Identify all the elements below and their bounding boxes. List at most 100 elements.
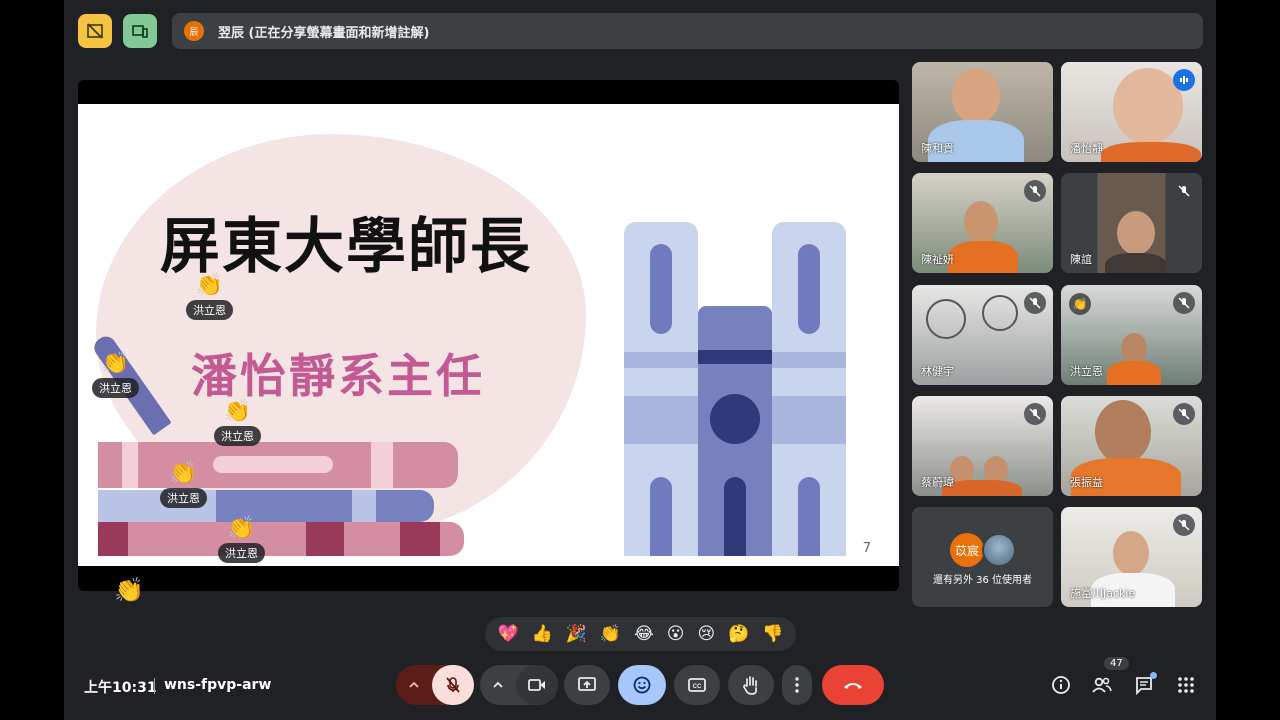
party-popper-reaction[interactable]: 🎉 <box>566 624 587 644</box>
mic-off-icon <box>1029 185 1041 197</box>
thinking-reaction[interactable]: 🤔 <box>728 624 749 644</box>
speaking-indicator <box>1173 69 1195 91</box>
mic-options-button[interactable] <box>396 665 432 705</box>
reaction-chip: 👏 洪立恩 <box>160 462 207 508</box>
mic-off-icon <box>1029 297 1041 309</box>
participant-tile[interactable]: 張振益 <box>1061 396 1202 496</box>
more-options-button[interactable] <box>782 665 812 705</box>
audio-level-icon <box>1180 76 1188 84</box>
mic-off-indicator <box>1024 292 1046 314</box>
microphone-toggle-button[interactable] <box>432 665 474 705</box>
mic-off-icon <box>1178 185 1190 197</box>
annotation-off-icon <box>87 23 103 39</box>
clap-emoji: 👏 <box>195 273 224 298</box>
book-illustration <box>98 442 458 488</box>
clap-reaction-indicator: 👏 <box>1069 293 1091 315</box>
reaction-chip: 👏 洪立恩 <box>218 517 265 563</box>
clock: 上午10:31 <box>84 680 157 696</box>
new-message-dot <box>1150 672 1157 679</box>
sad-reaction[interactable]: 😢 <box>697 624 715 644</box>
surprised-reaction[interactable]: 😮 <box>667 624 685 644</box>
laugh-reaction[interactable]: 😂 <box>634 624 654 644</box>
present-screen-icon <box>578 677 596 691</box>
hide-annotations-button[interactable] <box>78 14 112 48</box>
participant-tile[interactable]: 陳和貴 <box>912 62 1053 162</box>
camera-toggle-button[interactable] <box>516 665 558 705</box>
raise-hand-button[interactable] <box>728 665 774 705</box>
slide-title: 屏東大學師長 <box>160 212 532 282</box>
reaction-name: 洪立恩 <box>218 543 265 563</box>
participant-tile[interactable]: 陳誼 <box>1061 173 1202 273</box>
presenter-avatar: 辰 <box>184 21 204 41</box>
others-avatar-photo <box>982 533 1016 567</box>
others-tile[interactable]: 苡宸 還有另外 36 位使用者 <box>912 507 1053 607</box>
svg-text:CC: CC <box>693 684 702 690</box>
sparkling-heart-reaction[interactable]: 💖 <box>497 624 518 644</box>
clap-reaction[interactable]: 👏 <box>600 624 621 644</box>
others-avatar: 苡宸 <box>950 533 984 567</box>
emoji-reactions-button[interactable] <box>618 665 666 705</box>
reaction-name: 洪立恩 <box>160 488 207 508</box>
activities-button[interactable] <box>1172 671 1200 699</box>
info-icon <box>1052 676 1070 694</box>
thumbs-down-reaction[interactable]: 👎 <box>762 624 783 644</box>
reaction-chip: 👏 洪立恩 <box>186 274 233 320</box>
people-button[interactable] <box>1088 671 1116 699</box>
mic-off-indicator <box>1173 514 1195 536</box>
participant-name: 張振益 <box>1070 476 1103 489</box>
camera-options-button[interactable] <box>480 665 516 705</box>
leave-call-button[interactable] <box>822 665 884 705</box>
raise-hand-icon <box>743 676 758 695</box>
closed-captions-icon: CC <box>688 678 706 692</box>
meet-window: 辰 翌辰 (正在分享螢幕畫面和新增註解) 屏東大學師長 潘怡靜系主任 7 👏 洪… <box>64 0 1216 720</box>
layout-button[interactable] <box>123 14 157 48</box>
others-count-text: 還有另外 36 位使用者 <box>932 575 1033 586</box>
thumbs-up-reaction[interactable]: 👍 <box>532 624 553 644</box>
reaction-name: 洪立恩 <box>186 300 233 320</box>
mic-off-indicator <box>1024 180 1046 202</box>
present-screen-button[interactable] <box>564 665 610 705</box>
book-illustration <box>98 490 434 522</box>
participant-tile[interactable]: 潘怡靜 <box>1061 62 1202 162</box>
participant-name: 林健宇 <box>921 365 954 378</box>
camera-control-group <box>480 665 558 705</box>
chat-button[interactable] <box>1130 671 1158 699</box>
participant-name: 施富川Jackie <box>1070 587 1136 600</box>
mic-off-icon <box>1029 408 1041 420</box>
participant-tile[interactable]: 蔡蔚瑋 <box>912 396 1053 496</box>
reaction-chip: 👏 洪立恩 <box>92 352 139 398</box>
participant-tile[interactable]: 陳祉妍 <box>912 173 1053 273</box>
more-vert-icon <box>795 677 799 693</box>
slide-subtitle: 潘怡靜系主任 <box>191 349 485 403</box>
participant-name: 陳祉妍 <box>921 253 954 266</box>
mic-off-indicator <box>1173 180 1195 202</box>
end-call-icon <box>844 683 862 689</box>
presenter-banner: 辰 翌辰 (正在分享螢幕畫面和新增註解) <box>172 13 1203 49</box>
participant-name: 蔡蔚瑋 <box>921 476 954 489</box>
book-illustration <box>98 522 464 556</box>
slide-page-number: 7 <box>862 541 871 556</box>
participant-tile[interactable]: 林健宇 <box>912 285 1053 385</box>
presentation-stage: 屏東大學師長 潘怡靜系主任 7 👏 洪立恩 👏 洪立恩 👏 洪立恩 👏 洪立恩 … <box>78 80 899 591</box>
meeting-details-button[interactable] <box>1047 671 1075 699</box>
devices-icon <box>132 25 148 38</box>
chevron-up-icon <box>493 681 503 688</box>
mic-off-icon <box>1178 519 1190 531</box>
reaction-picker: 💖 👍 🎉 👏 😂 😮 😢 🤔 👎 <box>485 617 796 651</box>
participant-name: 潘怡靜 <box>1070 142 1103 155</box>
divider <box>154 678 155 694</box>
participant-name: 陳和貴 <box>921 142 954 155</box>
participant-name: 洪立恩 <box>1070 365 1103 378</box>
mic-off-icon <box>1178 408 1190 420</box>
participant-tile[interactable]: 👏 洪立恩 <box>1061 285 1202 385</box>
participant-tile[interactable]: 施富川Jackie <box>1061 507 1202 607</box>
captions-button[interactable]: CC <box>674 665 720 705</box>
reaction-chip: 👏 洪立恩 <box>214 400 261 446</box>
clap-emoji: 👏 <box>227 516 256 541</box>
reaction-name: 洪立恩 <box>92 378 139 398</box>
mic-off-indicator <box>1024 403 1046 425</box>
floating-reaction: 👏 <box>114 576 144 604</box>
presenter-status-text: 翌辰 (正在分享螢幕畫面和新增註解) <box>218 25 430 41</box>
people-icon <box>1092 677 1112 693</box>
video-camera-icon <box>528 679 545 691</box>
